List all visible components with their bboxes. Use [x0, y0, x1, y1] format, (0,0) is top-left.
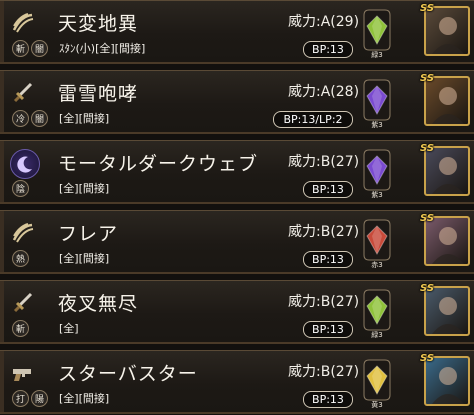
attribute-icon: 陽: [31, 390, 48, 407]
skill-row[interactable]: 雷雪咆哮 威力:A(28) 冷闇 [全][間接] BP:13/LP:2 紫3 SS: [0, 70, 474, 134]
skill-tags: ｽﾀﾝ(小)[全][間接]: [59, 42, 146, 55]
ss-badge: SS: [420, 143, 435, 154]
bp-cost: BP:13: [303, 391, 353, 408]
attribute-icon: 冷: [12, 110, 29, 127]
skill-row[interactable]: モータルダークウェブ 威力:B(27) 陰 [全][間接] BP:13 紫3 SS: [0, 140, 474, 204]
bp-cost: BP:13: [303, 251, 353, 268]
skill-name: 雷雪咆哮: [58, 83, 139, 105]
skill-row[interactable]: 夜叉無尽 威力:B(27) 斬 [全] BP:13 緑3 SS: [0, 280, 474, 344]
attribute-icon: 斬: [12, 320, 29, 337]
gem-label: 紫3: [371, 121, 383, 129]
attribute-icon: 闇: [31, 110, 48, 127]
skill-power: 威力:B(27): [288, 364, 360, 380]
skill-tags: [全][間接]: [59, 252, 110, 265]
skill-power: 威力:B(27): [288, 154, 360, 170]
skill-row[interactable]: 天変地異 威力:A(29) 斬闇 ｽﾀﾝ(小)[全][間接] BP:13 緑3 SS: [0, 0, 474, 64]
gem-label: 紫3: [371, 191, 383, 199]
attribute-icon: 斬: [12, 40, 29, 57]
gem-label: 赤3: [371, 261, 383, 269]
bp-cost: BP:13: [303, 41, 353, 58]
moon-icon: [10, 149, 40, 179]
skill-name: フレア: [58, 223, 119, 245]
ss-badge: SS: [420, 353, 435, 364]
skill-row[interactable]: フレア 威力:B(27) 熱 [全][間接] BP:13 赤3 SS: [0, 210, 474, 274]
bp-cost: BP:13: [303, 321, 353, 338]
skill-row[interactable]: スターバスター 威力:B(27) 打陽 [全][間接] BP:13 黄3 SS: [0, 350, 474, 414]
sword-icon: [8, 80, 38, 106]
bp-cost: BP:13/LP:2: [273, 111, 353, 128]
sword-icon: [8, 290, 38, 316]
ss-badge: SS: [420, 283, 435, 294]
attribute-icon: 打: [12, 390, 29, 407]
claw-icon: [8, 220, 38, 246]
skill-tags: [全][間接]: [59, 392, 110, 405]
skill-name: スターバスター: [58, 363, 198, 385]
skill-name: モータルダークウェブ: [58, 153, 259, 175]
skill-power: 威力:A(29): [288, 14, 360, 30]
skill-name: 天変地異: [58, 13, 139, 35]
skill-power: 威力:B(27): [288, 224, 360, 240]
skill-power: 威力:B(27): [288, 294, 360, 310]
claw-icon: [8, 10, 38, 36]
attribute-icon: 陰: [12, 180, 29, 197]
gun-icon: [8, 360, 38, 386]
ss-badge: SS: [420, 213, 435, 224]
skill-tags: [全][間接]: [59, 182, 110, 195]
skill-tags: [全]: [59, 322, 79, 335]
ss-badge: SS: [420, 3, 435, 14]
ss-badge: SS: [420, 73, 435, 84]
attribute-icon: 闇: [31, 40, 48, 57]
gem-label: 黄3: [371, 401, 383, 409]
skill-power: 威力:A(28): [288, 84, 360, 100]
gem-label: 緑3: [371, 51, 383, 59]
skill-name: 夜叉無尽: [58, 293, 139, 315]
attribute-icon: 熱: [12, 250, 29, 267]
bp-cost: BP:13: [303, 181, 353, 198]
gem-label: 緑3: [371, 331, 383, 339]
skill-tags: [全][間接]: [59, 112, 110, 125]
